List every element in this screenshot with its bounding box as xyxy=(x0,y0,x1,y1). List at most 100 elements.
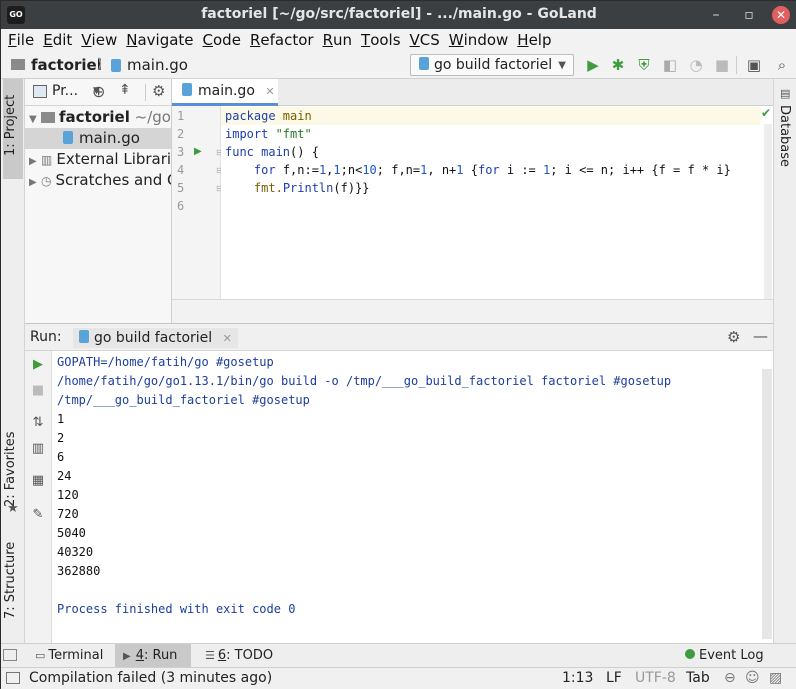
tree-item-root[interactable]: ▼ factoriel ~/go/src/factoriel xyxy=(25,107,171,130)
menu-item-label: ile xyxy=(16,31,35,49)
lock-icon[interactable]: ⊖ xyxy=(724,670,736,686)
editor-gutter: ▶ ⊟ ⊟ ⊟ 123456 xyxy=(172,106,223,299)
run-panel-label: Run: xyxy=(30,329,62,345)
tree-item-main-go[interactable]: main.go xyxy=(25,128,171,149)
file-encoding[interactable]: UTF-8 xyxy=(635,670,676,686)
tree-item-external-libraries[interactable]: ▶▥External Libraries xyxy=(25,149,171,172)
tool-tab-database[interactable]: Database xyxy=(777,105,792,167)
console-line: 6 xyxy=(57,450,65,464)
code-token: f,n:= xyxy=(282,163,319,177)
menu-item[interactable]: Run xyxy=(316,29,352,51)
run-configuration-label: go build factoriel xyxy=(434,57,553,73)
menu-item[interactable]: Tools xyxy=(354,29,401,51)
chevron-down-icon[interactable]: ▼ xyxy=(29,109,41,130)
hide-panel-icon[interactable]: — xyxy=(753,327,768,345)
tool-tab-event-log[interactable]: Event Log xyxy=(677,644,772,667)
run-gutter-icon[interactable]: ▶ xyxy=(194,146,202,157)
menu-item[interactable]: VCS xyxy=(403,29,440,51)
toolbar-divider xyxy=(736,56,737,74)
editor-tab-label: main.go xyxy=(198,83,255,99)
menu-item[interactable]: Edit xyxy=(36,29,72,51)
gear-icon[interactable]: ⚙ xyxy=(727,328,740,346)
inspection-icon[interactable]: ☺ xyxy=(745,670,760,686)
project-view-select[interactable]: Pr... xyxy=(52,83,78,99)
tool-tab-project[interactable]: 1: Project xyxy=(3,79,23,179)
go-file-icon xyxy=(182,83,192,96)
code-editor[interactable]: ✔ package main import "fmt" func main() { … xyxy=(221,106,773,299)
search-icon[interactable]: ⌕ xyxy=(773,56,791,74)
run-icon[interactable]: ▶ xyxy=(584,56,602,74)
collapse-all-icon[interactable]: ⇞ xyxy=(119,82,131,98)
profile-icon[interactable]: ◧ xyxy=(661,56,679,74)
layout-icon[interactable]: ▦ xyxy=(30,473,46,489)
code-token: i := xyxy=(506,163,543,177)
run-configuration-select[interactable]: go build factoriel ▼ xyxy=(410,54,574,76)
code-line[interactable]: for f,n:=1,1;n<10; f,n=1, n+1 {for i := … xyxy=(225,161,731,179)
status-icon xyxy=(6,672,20,684)
run-tab[interactable]: go build factoriel ✕ xyxy=(73,328,238,348)
menu-item[interactable]: File xyxy=(1,29,34,51)
editor-tab-main-go[interactable]: main.go ✕ xyxy=(172,79,278,106)
project-structure-icon[interactable]: ▣ xyxy=(745,56,763,74)
console-line: 24 xyxy=(57,469,72,483)
memory-icon[interactable]: ▨ xyxy=(769,670,782,686)
bottom-tool-bar: ▭ Terminal ▶ 4: Run ☰ 6: TODO Event Log xyxy=(1,643,796,667)
close-button[interactable]: ✕ xyxy=(772,6,790,24)
console-line: 40320 xyxy=(57,545,94,559)
editor-scrollbar[interactable] xyxy=(764,124,772,299)
maximize-button[interactable]: ▫ xyxy=(740,6,758,24)
code-line[interactable]: fmt.Println(f)}} xyxy=(225,179,370,197)
menu-item[interactable]: View xyxy=(74,29,117,51)
locate-file-icon[interactable]: ⊕ xyxy=(92,82,105,101)
code-line[interactable]: func main() { xyxy=(225,143,319,161)
code-token: func xyxy=(225,145,262,159)
trash-icon[interactable]: ▥ xyxy=(30,441,46,457)
minimize-button[interactable]: – xyxy=(707,6,725,24)
menu-item[interactable]: Refactor xyxy=(243,29,314,51)
menu-item-label: ools xyxy=(370,31,401,49)
indent-setting[interactable]: Tab xyxy=(686,670,710,686)
console-line: 1 xyxy=(57,412,65,426)
code-line[interactable]: import "fmt" xyxy=(225,125,312,143)
stop-icon[interactable]: ■ xyxy=(713,56,731,74)
code-token: fmt. xyxy=(253,181,283,195)
tool-tab-project-label: 1: Project xyxy=(3,94,18,156)
status-bar: Compilation failed (3 minutes ago) 1:13 … xyxy=(1,667,796,689)
tool-tab-terminal[interactable]: ▭ Terminal xyxy=(27,644,111,667)
menu-item[interactable]: Navigate xyxy=(119,29,193,51)
stop-icon[interactable]: ■ xyxy=(30,383,46,399)
breadcrumb-project[interactable]: factoriel xyxy=(31,56,102,74)
code-line[interactable]: package main xyxy=(221,107,761,125)
sort-icon[interactable]: ⇅ xyxy=(30,415,46,431)
code-token: { xyxy=(463,163,478,177)
console-scrollbar[interactable] xyxy=(762,369,772,639)
attach-debugger-icon[interactable]: ◔ xyxy=(687,56,705,74)
title-bar: GO factoriel [~/go/src/factoriel] - .../… xyxy=(1,1,796,29)
tool-tab-structure[interactable]: 7: Structure xyxy=(3,534,23,626)
line-separator[interactable]: LF xyxy=(606,670,622,686)
chevron-right-icon[interactable]: ▶ xyxy=(29,172,41,193)
pin-icon[interactable]: ✎ xyxy=(30,507,46,523)
tool-tab-todo[interactable]: ☰ 6: TODO xyxy=(197,644,281,667)
menu-item[interactable]: Window xyxy=(442,29,509,51)
event-log-icon xyxy=(685,649,695,659)
code-token: ;n< xyxy=(340,163,363,177)
menu-item[interactable]: Help xyxy=(510,29,551,51)
run-console[interactable]: GOPATH=/home/fatih/go #gosetup/home/fati… xyxy=(52,351,773,643)
debug-icon[interactable]: ✱ xyxy=(609,56,627,74)
tree-item-scratches[interactable]: ▶◷Scratches and Consoles xyxy=(25,170,171,193)
menu-item[interactable]: Code xyxy=(196,29,241,51)
caret-position[interactable]: 1:13 xyxy=(562,670,593,686)
tool-tab-run[interactable]: ▶ 4: Run xyxy=(115,644,191,667)
gear-icon[interactable]: ⚙ xyxy=(152,82,165,100)
chevron-right-icon[interactable]: ▶ xyxy=(29,151,41,172)
toggle-tool-windows-icon[interactable] xyxy=(3,649,17,661)
tree-item-main-go-label: main.go xyxy=(79,129,140,147)
close-tab-icon[interactable]: ✕ xyxy=(265,85,274,98)
run-with-coverage-icon[interactable]: ⛨ xyxy=(635,56,653,74)
tool-tab-structure-label: 7: Structure xyxy=(3,541,18,619)
close-tab-icon[interactable]: ✕ xyxy=(223,332,232,345)
rerun-icon[interactable]: ▶ xyxy=(30,357,46,373)
breadcrumb-file[interactable]: main.go xyxy=(127,56,188,74)
status-message[interactable]: Compilation failed (3 minutes ago) xyxy=(29,670,272,686)
